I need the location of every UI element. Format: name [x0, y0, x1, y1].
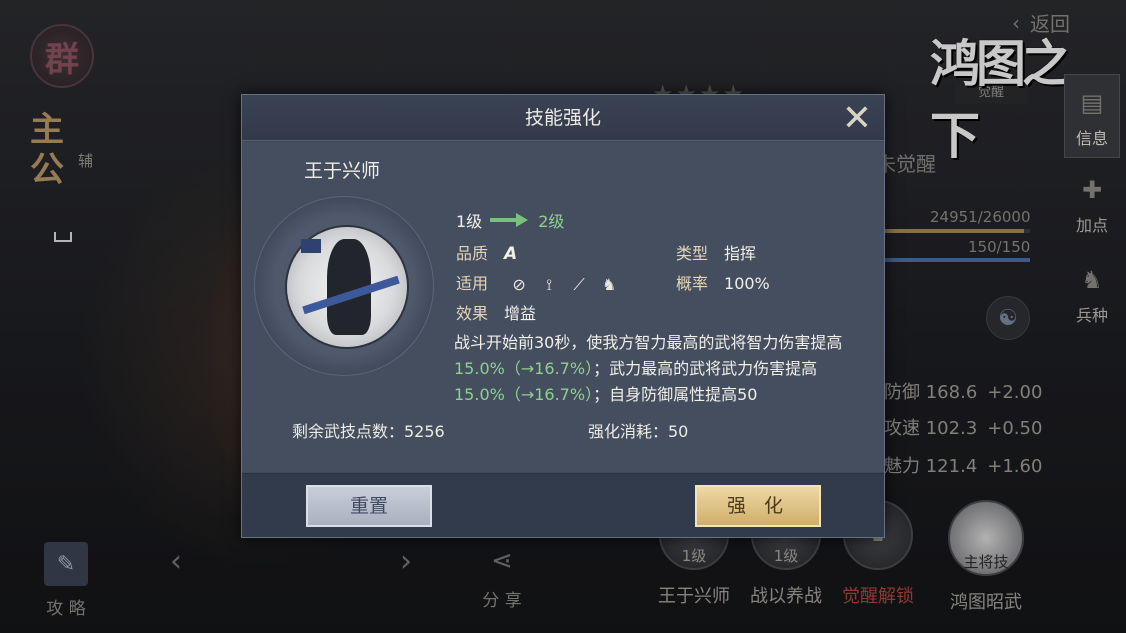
- skill-emblem: [254, 196, 434, 376]
- reset-button[interactable]: 重置: [306, 485, 432, 527]
- skill-description: 战斗开始前30秒，使我方智力最高的武将智力伤害提高15.0%（→16.7%）；武…: [454, 333, 843, 404]
- dialog-title: 技能强化: [242, 95, 884, 141]
- close-icon[interactable]: ✕: [836, 99, 878, 141]
- skill-icon: [285, 225, 409, 349]
- bow-icon: ⟟: [546, 274, 553, 294]
- effect-field: 效果 增益: [456, 304, 537, 323]
- skill-name: 王于兴师: [304, 160, 381, 182]
- level-to: 2级: [538, 212, 565, 231]
- type-field: 类型 指挥: [676, 244, 757, 263]
- shield-icon: ⊘: [512, 275, 526, 294]
- remaining-points: 剩余武技点数：5256: [292, 422, 445, 441]
- enhance-cost: 强化消耗：50: [588, 422, 689, 441]
- applicable-field: 适用 ⊘ ⟟ ⟋ ♞: [456, 270, 619, 295]
- level-change: 1级 2级: [456, 208, 564, 232]
- cavalry-icon: ♞: [601, 275, 617, 294]
- level-from: 1级: [456, 212, 483, 231]
- skill-enhance-dialog: 技能强化 ✕ 王于兴师 1级 2级 品质 A 类型 指挥 适用 ⊘ ⟟ ⟋ ♞ …: [241, 94, 885, 538]
- dialog-body: 王于兴师 1级 2级 品质 A 类型 指挥 适用 ⊘ ⟟ ⟋ ♞ 概率 100%…: [242, 142, 884, 472]
- quality-field: 品质 A: [456, 244, 518, 264]
- spear-icon: ⟋: [573, 274, 585, 294]
- enhance-button[interactable]: 强 化: [695, 485, 821, 527]
- rate-field: 概率 100%: [676, 274, 770, 293]
- arrow-right-icon: [490, 213, 530, 227]
